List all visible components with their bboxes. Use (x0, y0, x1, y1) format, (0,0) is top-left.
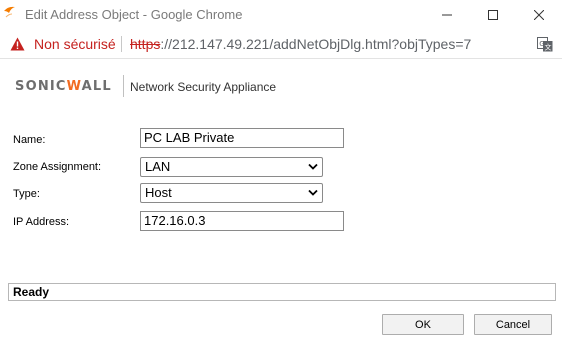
name-label: Name: (13, 134, 46, 146)
chrome-logo-icon (4, 6, 15, 18)
maximize-icon (488, 10, 498, 20)
logo-text-accent: W (66, 79, 82, 94)
type-label: Type: (13, 188, 40, 200)
window-title: Edit Address Object - Google Chrome (25, 7, 243, 22)
address-bar[interactable]: Non sécurisé https://212.147.49.221/addN… (0, 30, 562, 58)
logo-text-part: ALL (81, 79, 112, 94)
close-button[interactable] (516, 0, 562, 30)
logo-text-part: SONIC (15, 79, 67, 94)
product-name: Network Security Appliance (130, 80, 277, 94)
status-bar: Ready (8, 283, 556, 301)
name-input[interactable]: PC LAB Private (140, 128, 344, 148)
chevron-down-icon (308, 163, 318, 170)
security-label[interactable]: Non sécurisé (34, 36, 116, 52)
translate-icon[interactable]: G 文 (537, 37, 553, 52)
url-text[interactable]: https://212.147.49.221/addNetObjDlg.html… (130, 36, 471, 52)
chevron-down-icon (308, 189, 318, 196)
minimize-button[interactable] (424, 0, 470, 30)
type-value: Host (145, 185, 172, 200)
brand-separator (123, 75, 124, 97)
close-icon (534, 10, 544, 20)
url-separator (121, 36, 122, 52)
url-path: ://212.147.49.221/addNetObjDlg.html?objT… (160, 36, 472, 52)
sonicwall-logo: SONICWALL (15, 79, 112, 94)
zone-assignment-select[interactable]: LAN (140, 157, 323, 177)
minimize-icon (442, 14, 452, 16)
ip-address-input[interactable]: 172.16.0.3 (140, 211, 344, 231)
ok-button[interactable]: OK (382, 314, 464, 335)
type-select[interactable]: Host (140, 183, 323, 203)
ip-address-label: IP Address: (13, 216, 70, 228)
warning-triangle-icon[interactable] (10, 37, 25, 51)
svg-text:文: 文 (545, 43, 552, 52)
zone-assignment-value: LAN (145, 159, 171, 174)
zone-assignment-label: Zone Assignment: (13, 161, 102, 173)
address-bar-divider (0, 58, 562, 59)
title-bar[interactable]: Edit Address Object - Google Chrome (0, 0, 562, 30)
url-scheme: https (130, 36, 161, 52)
maximize-button[interactable] (470, 0, 516, 30)
popup-window: Edit Address Object - Google Chrome Non … (0, 0, 562, 345)
cancel-button[interactable]: Cancel (474, 314, 552, 335)
status-text: Ready (13, 285, 50, 299)
